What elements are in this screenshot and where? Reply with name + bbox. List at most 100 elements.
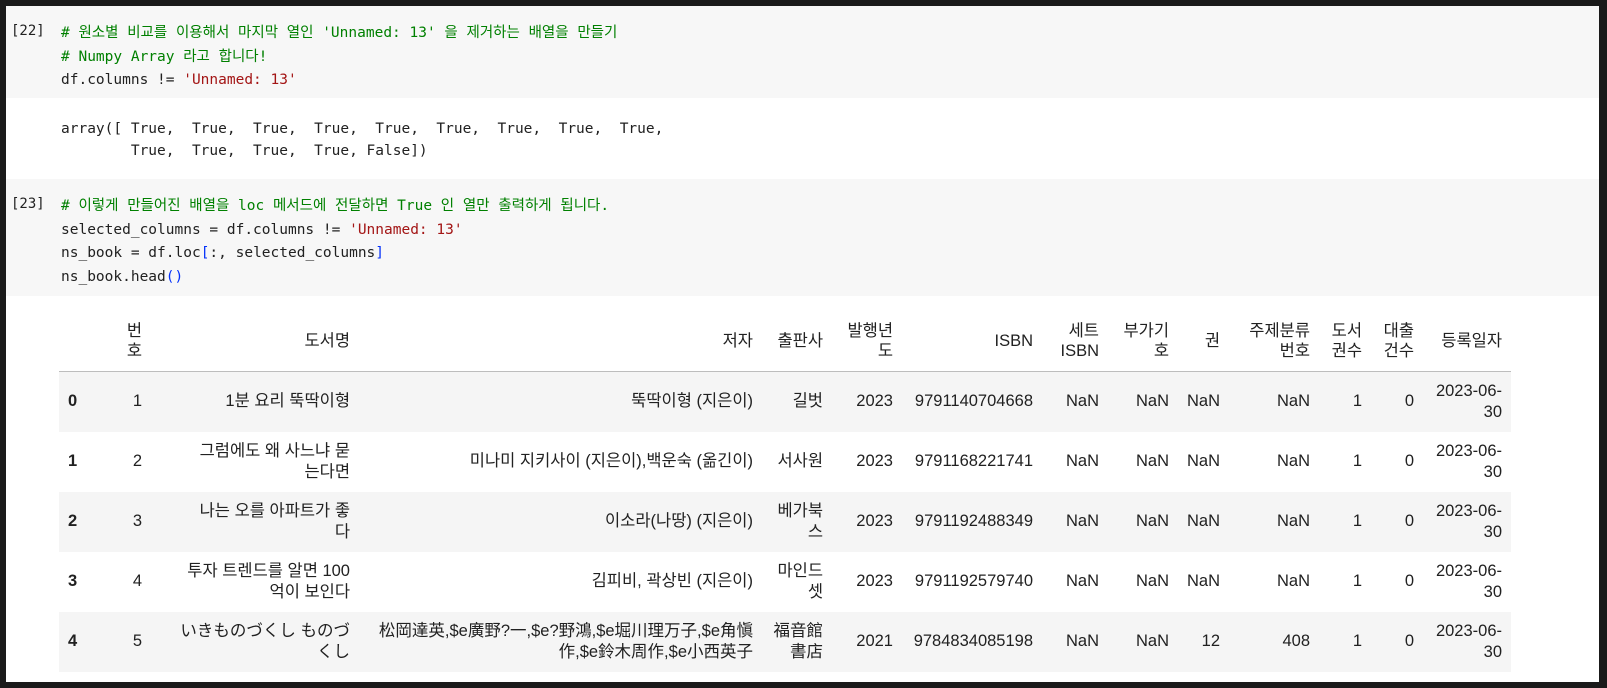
table-cell: NaN [1065, 512, 1099, 530]
table-cell: NaN [1187, 452, 1221, 470]
table-cell: 2023 [856, 572, 893, 590]
column-header: 도서 권수 [1319, 311, 1372, 372]
table-cell: 김피비, 곽상빈 (지은이) [591, 572, 753, 590]
code-comment: # 이렇게 만들어진 배열을 loc 메서드에 전달하면 True 인 열만 출… [61, 198, 610, 214]
table-row: 3 4 투자 트렌드를 알면 100 억이 보인다 김피비, 곽상빈 (지은이) 마인드 셋… [59, 552, 1511, 612]
table-cell: NaN [1277, 512, 1311, 530]
code-cell-22-input[interactable]: [22] # 원소별 비교를 이용해서 마지막 열인 'Unnamed: 13'… [6, 6, 1599, 98]
table-cell: NaN [1187, 512, 1221, 530]
table-cell: 408 [1282, 632, 1311, 650]
table-cell: 2023-06- 30 [1435, 501, 1503, 541]
table-cell: 2023 [856, 452, 893, 470]
table-cell: 2023-06- 30 [1435, 441, 1503, 481]
table-row: 0 1 1분 요리 뚝딱이형 뚝딱이형 (지은이) 길벗 2023 979114070466… [59, 371, 1512, 432]
column-header: 부가기 호 [1108, 311, 1178, 372]
row-index: 0 [68, 392, 78, 411]
table-cell: 1 [1352, 632, 1363, 650]
notebook-frame: [22] # 원소별 비교를 이용해서 마지막 열인 'Unnamed: 13'… [6, 6, 1599, 682]
table-cell: 9791168221741 [914, 452, 1033, 470]
code-string: 'Unnamed: 13' [349, 221, 463, 238]
column-header: 출판사 [762, 311, 832, 372]
table-row: 1 2 그럼에도 왜 사느냐 묻 는다면 미나미 지키사이 (지은이),백운숙 (옮긴이… [59, 432, 1511, 492]
table-cell: NaN [1065, 452, 1099, 470]
column-header: 도서명 [151, 311, 359, 372]
row-index: 1 [68, 452, 78, 470]
table-cell: 2023 [856, 392, 893, 411]
table-cell: 2023-06- 30 [1435, 381, 1503, 421]
code-text: :, selected_columns [209, 245, 376, 261]
table-cell: NaN [1065, 632, 1099, 650]
table-cell: NaN [1135, 392, 1169, 411]
row-index: 3 [68, 572, 78, 590]
table-cell: 松岡達英,$e廣野?一,$e?野鴻,$e堀川理万子,$e角愼 作,$e鈴木周作,$… [378, 621, 753, 661]
table-cell: NaN [1135, 512, 1169, 530]
table-cell: 0 [1404, 572, 1415, 590]
table-cell: NaN [1065, 572, 1099, 590]
table-row: 2 3 나는 오를 아파트가 좋 다 이소라(나땅) (지은이) 베가북 스 2023 9791… [59, 491, 1512, 552]
table-cell: 0 [1404, 632, 1415, 650]
code-editor[interactable]: # 원소별 비교를 이용해서 마지막 열인 'Unnamed: 13' 을 제거… [61, 22, 617, 93]
output-line: True, True, True, True, False]) [61, 143, 428, 159]
table-cell: NaN [1135, 452, 1169, 470]
table-cell: 그럼에도 왜 사느냐 묻 는다면 [199, 441, 350, 481]
table-cell: 5 [132, 632, 142, 650]
table-cell: 나는 오를 아파트가 좋다 [199, 501, 350, 541]
code-bracket: ] [375, 245, 385, 261]
table-cell: 2023 [856, 512, 893, 530]
table-cell: 1 [1352, 572, 1363, 590]
table-cell: 12 [1201, 632, 1221, 650]
column-header: 주제분류 번호 [1229, 311, 1320, 372]
cell-prompt: [23] [11, 196, 45, 212]
column-header: 저자 [359, 311, 762, 372]
table-cell: 1 [132, 392, 142, 411]
code-text: ns_book = df.loc [61, 245, 201, 261]
row-index: 2 [68, 512, 78, 530]
table-cell: 뚝딱이형 (지은이) [631, 392, 753, 411]
table-cell: NaN [1187, 572, 1221, 590]
table-cell: 9791192579740 [914, 572, 1033, 590]
column-header: 번호 [105, 311, 151, 372]
table-cell: 2021 [856, 632, 893, 650]
table-cell: NaN [1135, 632, 1169, 650]
table-cell: 투자 트렌드를 알면 100 억이 보인다 [187, 561, 350, 601]
column-header: 발행년 도 [832, 311, 902, 372]
column-header: ISBN [902, 311, 1042, 372]
table-cell: 9784834085198 [913, 632, 1033, 650]
table-cell: NaN [1135, 572, 1169, 590]
column-header: 권 [1178, 311, 1230, 372]
column-header: 대출 건수 [1371, 311, 1424, 372]
table-cell: 9791192488349 [914, 512, 1033, 530]
table-cell: NaN [1277, 452, 1311, 470]
table-cell: 4 [132, 572, 142, 590]
table-cell: 베가북 스 [777, 501, 823, 541]
table-cell: 서사원 [777, 452, 823, 470]
column-header: 세트 ISBN [1042, 311, 1108, 372]
code-editor[interactable]: # 이렇게 만들어진 배열을 loc 메서드에 전달하면 True 인 열만 출… [61, 195, 609, 289]
table-cell: いきものづくし ものづ くし [180, 621, 350, 661]
table-cell: 2023-06- 30 [1435, 621, 1503, 661]
dataframe-table: 번호 도서명 저자 출판사 발행년 도 ISBN 세트 ISBN 부가기 호 권 주제… [59, 311, 1512, 672]
table-cell: NaN [1277, 392, 1311, 411]
cell-prompt: [22] [11, 23, 45, 39]
code-string: 'Unnamed: 13' [183, 72, 297, 88]
table-cell: 0 [1404, 512, 1415, 530]
column-header-index [59, 311, 105, 372]
column-header: 등록일자 [1423, 311, 1512, 372]
table-cell: NaN [1187, 392, 1221, 411]
code-cell-23-input[interactable]: [23] # 이렇게 만들어진 배열을 loc 메서드에 전달하면 True 인… [6, 179, 1599, 296]
code-bracket: () [165, 268, 184, 285]
table-cell: 길벗 [792, 392, 823, 411]
table-cell: 마인드 셋 [777, 561, 823, 601]
output-line: array([ True, True, True, True, True, Tr… [61, 121, 664, 137]
table-cell: 0 [1404, 452, 1415, 470]
table-cell: 2023-06- 30 [1435, 561, 1503, 601]
code-text: selected_columns = df.columns != [61, 221, 350, 238]
table-cell: 이소라(나땅) (지은이) [604, 512, 753, 530]
table-cell: NaN [1277, 572, 1311, 590]
table-cell: 1 [1352, 512, 1363, 530]
table-cell: 1분 요리 뚝딱이형 [225, 392, 350, 411]
code-text: ns_book.head [61, 268, 166, 285]
table-cell: 2 [132, 452, 142, 470]
table-cell: 9791140704668 [914, 392, 1033, 411]
row-index: 4 [68, 632, 78, 650]
